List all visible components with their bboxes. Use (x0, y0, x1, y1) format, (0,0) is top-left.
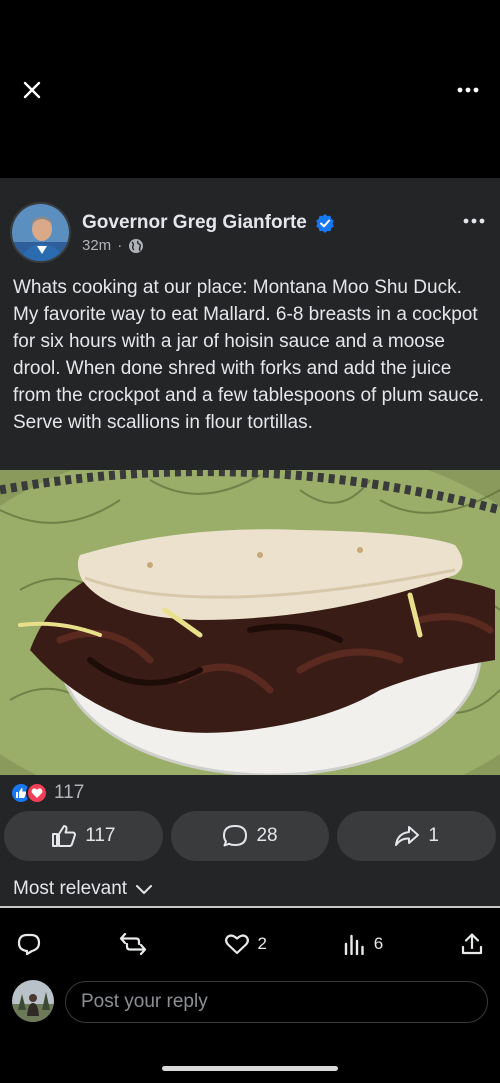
post-actions: 117 28 1 (4, 811, 497, 861)
post-header: Governor Greg Gianforte 32m · (0, 178, 500, 264)
viewer-top-bar (0, 0, 500, 178)
reaction-summary[interactable]: 117 (10, 782, 84, 804)
reply-composer: Post your reply (0, 980, 500, 1026)
share-count: 1 (428, 825, 439, 846)
sort-label: Most relevant (13, 878, 128, 899)
user-avatar[interactable] (12, 980, 54, 1022)
comment-button[interactable]: 28 (170, 811, 330, 861)
share-icon (395, 826, 420, 846)
views-button[interactable]: 6 (344, 933, 383, 955)
comment-icon (223, 825, 248, 847)
reply-icon (17, 933, 41, 956)
reply-input[interactable]: Post your reply (65, 981, 488, 1023)
tweet-action-bar: 2 6 (0, 926, 500, 962)
meta-separator: · (117, 237, 123, 254)
post-card: Governor Greg Gianforte 32m · Whats cook… (0, 178, 500, 908)
like-button[interactable]: 117 (4, 811, 163, 861)
home-indicator (162, 1066, 338, 1071)
post-options-button[interactable] (460, 210, 488, 232)
close-button[interactable] (18, 76, 46, 104)
reaction-count: 117 (54, 782, 85, 803)
viewer-more-button[interactable] (454, 76, 482, 104)
love-reaction-icon (26, 782, 48, 804)
post-text: Whats cooking at our place: Montana Moo … (13, 277, 485, 433)
share-button[interactable]: 1 (337, 811, 497, 861)
post-meta: 32m · (82, 237, 144, 254)
author-name[interactable]: Governor Greg Gianforte (82, 212, 307, 234)
views-icon (344, 934, 364, 955)
post-time[interactable]: 32m (82, 237, 111, 254)
globe-icon (129, 238, 144, 253)
like-count: 117 (85, 825, 116, 846)
comment-sort-dropdown[interactable]: Most relevant (13, 878, 153, 900)
tweet-action-area: 2 6 Post your reply (0, 908, 500, 1083)
upload-icon (461, 933, 483, 955)
chevron-down-icon (136, 885, 153, 894)
like-icon (52, 825, 77, 847)
tweet-like-button[interactable]: 2 (224, 932, 267, 956)
author-avatar[interactable] (10, 202, 71, 263)
comment-count: 28 (256, 825, 278, 846)
more-icon (463, 218, 485, 224)
share-tweet-button[interactable] (460, 932, 484, 956)
reply-button[interactable] (16, 932, 42, 956)
more-icon (457, 87, 479, 93)
heart-icon (224, 934, 249, 955)
repost-icon (119, 932, 146, 956)
post-photo[interactable] (0, 470, 500, 775)
repost-button[interactable] (119, 932, 147, 956)
reply-placeholder: Post your reply (81, 991, 208, 1012)
verified-icon (316, 214, 334, 233)
close-icon (23, 81, 41, 99)
tweet-like-count: 2 (257, 934, 267, 953)
views-count: 6 (373, 934, 384, 953)
